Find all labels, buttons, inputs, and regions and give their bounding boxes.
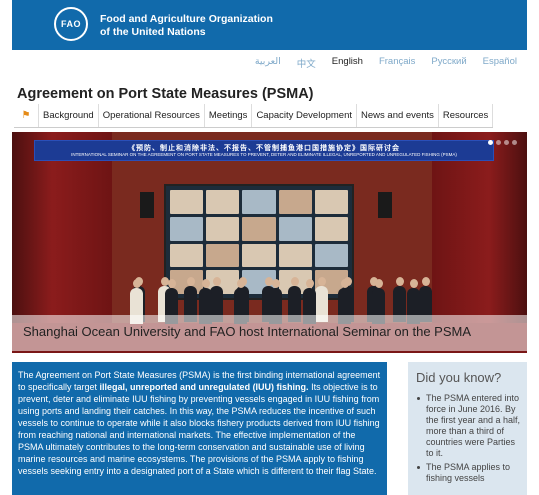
video-tile <box>170 216 204 241</box>
hero-carousel[interactable]: 《预防、制止和消除非法、不报告、不管制捕鱼港口国措施协定》国际研讨会 INTER… <box>12 132 527 353</box>
carousel-caption-text[interactable]: Shanghai Ocean University and FAO host I… <box>23 324 471 339</box>
language-french[interactable]: Français <box>379 56 415 70</box>
seminar-banner-english: INTERNATIONAL SEMINAR ON THE AGREEMENT O… <box>71 152 457 157</box>
nav-home[interactable]: ⚑ <box>14 104 39 127</box>
nav-item-resources[interactable]: Resources <box>439 104 494 127</box>
carousel-caption[interactable]: Shanghai Ocean University and FAO host I… <box>12 315 527 351</box>
video-tile <box>170 243 204 268</box>
video-tile <box>206 216 240 241</box>
video-tile <box>278 243 312 268</box>
carousel-dot[interactable] <box>488 140 493 145</box>
language-chinese[interactable]: 中文 <box>297 56 316 70</box>
video-tile <box>278 190 312 214</box>
nav-item-background[interactable]: Background <box>39 104 99 127</box>
video-tile <box>242 190 276 214</box>
language-english[interactable]: English <box>332 56 363 70</box>
video-tile <box>314 243 348 268</box>
carousel-dot[interactable] <box>504 140 509 145</box>
seminar-banner: 《预防、制止和消除非法、不报告、不管制捕鱼港口国措施协定》国际研讨会 INTER… <box>34 140 494 161</box>
organization-name[interactable]: Food and Agriculture Organization of the… <box>100 13 273 39</box>
video-tile <box>206 243 240 268</box>
main-nav: ⚑ Background Operational Resources Meeti… <box>14 104 494 128</box>
video-tile <box>206 190 240 214</box>
did-you-know-title: Did you know? <box>416 370 502 385</box>
fao-logo[interactable]: FAO <box>54 7 88 41</box>
organization-name-line2: of the United Nations <box>100 26 206 38</box>
speaker-right <box>378 192 392 218</box>
carousel-dot[interactable] <box>512 140 517 145</box>
video-tile <box>314 190 348 214</box>
nav-item-meetings[interactable]: Meetings <box>205 104 253 127</box>
language-russian[interactable]: Русский <box>431 56 466 70</box>
nav-item-operational-resources[interactable]: Operational Resources <box>99 104 205 127</box>
video-tile <box>242 216 276 241</box>
intro-text-part2: Its objective is to prevent, deter and e… <box>18 382 380 476</box>
page-title: Agreement on Port State Measures (PSMA) <box>17 86 314 102</box>
speaker-left <box>140 192 154 218</box>
video-tile <box>314 216 348 241</box>
psma-intro-box: The Agreement on Port State Measures (PS… <box>12 362 387 495</box>
nav-item-capacity-development[interactable]: Capacity Development <box>252 104 358 127</box>
home-icon: ⚑ <box>21 110 31 121</box>
language-bar: العربية 中文 English Français Русский Espa… <box>239 56 517 70</box>
video-tile <box>170 190 204 214</box>
intro-text-bold: illegal, unreported and unregulated (IUU… <box>99 382 309 392</box>
video-tile <box>242 243 276 268</box>
organization-name-line1: Food and Agriculture Organization <box>100 13 273 25</box>
nav-item-news-and-events[interactable]: News and events <box>357 104 439 127</box>
language-arabic[interactable]: العربية <box>255 56 281 70</box>
did-you-know-list: The PSMA entered into force in June 2016… <box>417 393 524 487</box>
carousel-indicators <box>488 140 517 145</box>
did-you-know-item: The PSMA entered into force in June 2016… <box>417 393 524 459</box>
language-spanish[interactable]: Español <box>483 56 517 70</box>
did-you-know-item: The PSMA applies to fishing vessels <box>417 462 524 484</box>
did-you-know-box: Did you know? The PSMA entered into forc… <box>408 362 527 495</box>
video-tile <box>278 216 312 241</box>
carousel-dot[interactable] <box>496 140 501 145</box>
site-header: FAO Food and Agriculture Organization of… <box>12 0 527 50</box>
